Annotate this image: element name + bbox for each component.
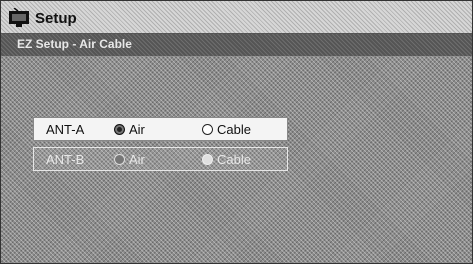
ant-b-cable-option[interactable]: Cable <box>202 152 251 167</box>
ant-b-cable-label: Cable <box>217 152 251 167</box>
ant-a-label: ANT-A <box>46 122 85 137</box>
page-title: Setup <box>35 10 77 27</box>
ant-b-air-option[interactable]: Air <box>114 152 145 167</box>
tv-setup-icon <box>9 8 29 27</box>
ant-b-air-label: Air <box>129 152 145 167</box>
radio-selected-icon[interactable] <box>114 154 125 165</box>
ant-a-cable-label: Cable <box>217 122 251 137</box>
title-bar: Setup <box>1 1 472 34</box>
radio-unselected-icon[interactable] <box>202 154 213 165</box>
page-subtitle: EZ Setup - Air Cable <box>17 37 132 51</box>
ant-a-cable-option[interactable]: Cable <box>202 122 251 137</box>
radio-unselected-icon[interactable] <box>202 124 213 135</box>
ant-b-label: ANT-B <box>46 152 85 167</box>
ant-b-row[interactable]: ANT-B Air Cable <box>33 147 288 171</box>
setup-screen: Setup EZ Setup - Air Cable ANT-A Air Cab… <box>0 0 473 264</box>
ant-a-air-label: Air <box>129 122 145 137</box>
ant-a-air-option[interactable]: Air <box>114 122 145 137</box>
ant-a-row[interactable]: ANT-A Air Cable <box>33 117 288 141</box>
radio-selected-icon[interactable] <box>114 124 125 135</box>
